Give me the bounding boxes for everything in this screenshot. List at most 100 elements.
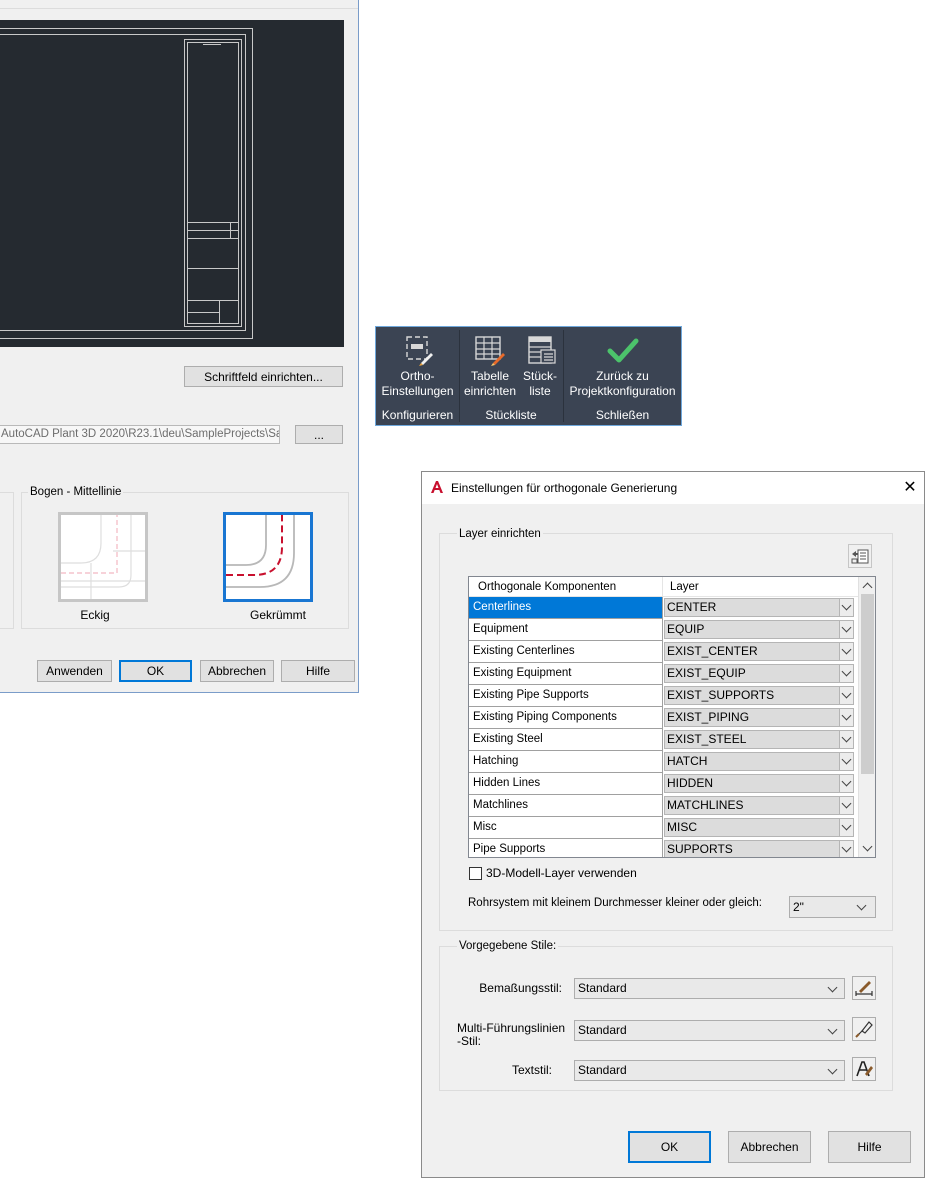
component-cell[interactable]: Existing Piping Components [469, 707, 663, 729]
table-row[interactable]: Existing Steel EXIST_STEEL [469, 729, 858, 751]
elbow-style-eckig-tile[interactable] [58, 512, 148, 602]
layer-cell[interactable]: CENTER [663, 597, 855, 619]
column-header-layer[interactable]: Layer [663, 577, 858, 597]
layer-value: EQUIP [667, 622, 705, 636]
combo-dropdown-button[interactable] [839, 819, 853, 836]
component-cell[interactable]: Misc [469, 817, 663, 839]
combo-dropdown-button[interactable] [839, 797, 853, 814]
dim-style-icon [855, 981, 873, 996]
component-cell[interactable]: Centerlines [469, 597, 663, 619]
table-row[interactable]: Matchlines MATCHLINES [469, 795, 858, 817]
layer-cell[interactable]: EXIST_CENTER [663, 641, 855, 663]
layer-combo[interactable]: EXIST_EQUIP [664, 664, 854, 683]
help-button[interactable]: Hilfe [281, 660, 355, 682]
mleader-style-value: Standard [578, 1023, 627, 1037]
elbow-style-gekruemmt-tile[interactable] [223, 512, 313, 602]
layer-cell[interactable]: HIDDEN [663, 773, 855, 795]
back-to-project-config-button[interactable]: Zurück zu Projektkonfiguration [566, 333, 679, 399]
small-bore-select[interactable]: 2" [789, 896, 876, 918]
scroll-up-icon[interactable] [862, 582, 873, 593]
component-cell[interactable]: Existing Pipe Supports [469, 685, 663, 707]
combo-dropdown-button[interactable] [839, 731, 853, 748]
table-row[interactable]: Existing Piping Components EXIST_PIPING [469, 707, 858, 729]
layer-combo[interactable]: CENTER [664, 598, 854, 617]
combo-dropdown-button[interactable] [839, 621, 853, 638]
close-icon[interactable]: ✕ [900, 478, 920, 498]
component-cell[interactable]: Existing Steel [469, 729, 663, 751]
table-row[interactable]: Hatching HATCH [469, 751, 858, 773]
combo-dropdown-button[interactable] [839, 753, 853, 770]
table-setup-label-1: Tabelle [470, 369, 510, 383]
table-setup-button[interactable]: Tabelle einrichten [462, 333, 518, 399]
combo-dropdown-button[interactable] [839, 775, 853, 792]
layer-cell[interactable]: EXIST_STEEL [663, 729, 855, 751]
help-button[interactable]: Hilfe [828, 1131, 911, 1163]
layer-combo[interactable]: EXIST_PIPING [664, 708, 854, 727]
layer-group-title: Layer einrichten [457, 528, 543, 540]
mleader-style-select[interactable]: Standard [574, 1020, 845, 1041]
layer-combo[interactable]: SUPPORTS [664, 840, 854, 857]
ok-button[interactable]: OK [628, 1131, 711, 1163]
gekruemmt-label: Gekrümmt [249, 608, 306, 622]
mleader-style-edit-button[interactable] [852, 1017, 876, 1041]
table-row[interactable]: Existing Equipment EXIST_EQUIP [469, 663, 858, 685]
cancel-button[interactable]: Abbrechen [728, 1131, 811, 1163]
layer-cell[interactable]: MISC [663, 817, 855, 839]
grid-scrollbar[interactable] [858, 577, 875, 857]
combo-dropdown-button[interactable] [839, 643, 853, 660]
dim-style-edit-button[interactable] [852, 976, 876, 1000]
text-style-select[interactable]: Standard [574, 1060, 845, 1081]
component-cell[interactable]: Equipment [469, 619, 663, 641]
layer-combo[interactable]: EXIST_CENTER [664, 642, 854, 661]
component-cell[interactable]: Hatching [469, 751, 663, 773]
layer-combo[interactable]: MATCHLINES [664, 796, 854, 815]
layer-cell[interactable]: MATCHLINES [663, 795, 855, 817]
component-cell[interactable]: Existing Centerlines [469, 641, 663, 663]
layer-combo[interactable]: HATCH [664, 752, 854, 771]
table-row[interactable]: Misc MISC [469, 817, 858, 839]
layer-combo[interactable]: HIDDEN [664, 774, 854, 793]
cancel-button[interactable]: Abbrechen [200, 660, 274, 682]
combo-dropdown-button[interactable] [839, 687, 853, 704]
ortho-settings-button[interactable]: Ortho- Einstellungen [378, 333, 457, 399]
use-3d-layers-checkbox[interactable] [469, 867, 482, 880]
combo-dropdown-button[interactable] [839, 665, 853, 682]
table-row[interactable]: Existing Centerlines EXIST_CENTER [469, 641, 858, 663]
component-cell[interactable]: Hidden Lines [469, 773, 663, 795]
layer-cell[interactable]: HATCH [663, 751, 855, 773]
combo-dropdown-button[interactable] [839, 599, 853, 616]
layer-cell[interactable]: EXIST_SUPPORTS [663, 685, 855, 707]
schriftfeld-button[interactable]: Schriftfeld einrichten... [184, 366, 343, 387]
dialog-titlebar[interactable]: Einstellungen für orthogonale Generierun… [422, 472, 924, 504]
layer-combo[interactable]: EXIST_SUPPORTS [664, 686, 854, 705]
component-cell[interactable]: Existing Equipment [469, 663, 663, 685]
apply-button[interactable]: Anwenden [37, 660, 112, 682]
column-header-components[interactable]: Orthogonale Komponenten [469, 577, 663, 597]
layer-cell[interactable]: EXIST_EQUIP [663, 663, 855, 685]
layer-combo[interactable]: MISC [664, 818, 854, 837]
table-row[interactable]: Centerlines CENTER [469, 597, 858, 619]
combo-dropdown-button[interactable] [839, 841, 853, 857]
combo-dropdown-button[interactable] [839, 709, 853, 726]
component-cell[interactable]: Matchlines [469, 795, 663, 817]
scroll-down-icon[interactable] [862, 841, 873, 852]
scrollbar-thumb[interactable] [861, 594, 874, 774]
table-row[interactable]: Equipment EQUIP [469, 619, 858, 641]
table-row[interactable]: Pipe Supports SUPPORTS [469, 839, 858, 857]
text-style-edit-button[interactable] [852, 1057, 876, 1081]
layer-combo[interactable]: EQUIP [664, 620, 854, 639]
browse-button[interactable]: ... [295, 425, 343, 444]
project-path-field[interactable]: AutoCAD Plant 3D 2020\R23.1\deu\SamplePr… [0, 425, 280, 444]
layer-grid: Orthogonale Komponenten Layer Centerline… [468, 576, 876, 858]
table-row[interactable]: Hidden Lines HIDDEN [469, 773, 858, 795]
layer-cell[interactable]: EXIST_PIPING [663, 707, 855, 729]
component-cell[interactable]: Pipe Supports [469, 839, 663, 857]
layer-cell[interactable]: EQUIP [663, 619, 855, 641]
layer-import-button[interactable] [848, 544, 872, 568]
ok-button[interactable]: OK [119, 660, 192, 682]
parts-list-button[interactable]: Stück- liste [520, 333, 560, 399]
table-row[interactable]: Existing Pipe Supports EXIST_SUPPORTS [469, 685, 858, 707]
layer-combo[interactable]: EXIST_STEEL [664, 730, 854, 749]
layer-cell[interactable]: SUPPORTS [663, 839, 855, 857]
dim-style-select[interactable]: Standard [574, 978, 845, 999]
